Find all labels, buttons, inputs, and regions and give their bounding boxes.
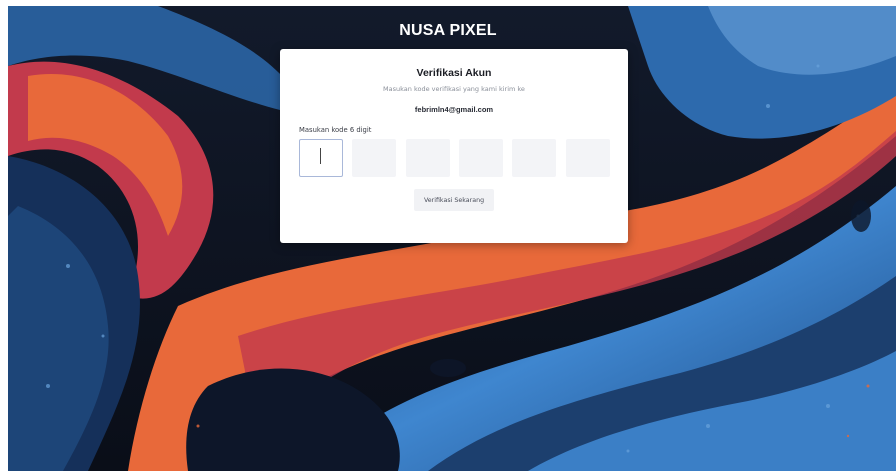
code-digit-3[interactable] <box>406 139 450 177</box>
card-title: Verifikasi Akun <box>416 67 492 79</box>
code-label: Masukan kode 6 digit <box>299 126 372 134</box>
code-digit-2[interactable] <box>352 139 396 177</box>
brand-title: NUSA PIXEL <box>399 22 497 39</box>
verify-now-button[interactable]: Verifikasi Sekarang <box>414 189 494 211</box>
verification-card: Verifikasi Akun Masukan kode verifikasi … <box>280 49 628 243</box>
text-caret <box>320 148 321 164</box>
recipient-email: febrimln4@gmail.com <box>414 105 494 114</box>
code-digit-4[interactable] <box>459 139 503 177</box>
code-digit-1[interactable] <box>299 139 343 177</box>
code-digit-6[interactable] <box>566 139 610 177</box>
card-subtitle: Masukan kode verifikasi yang kami kirim … <box>383 85 525 93</box>
code-digit-5[interactable] <box>512 139 556 177</box>
